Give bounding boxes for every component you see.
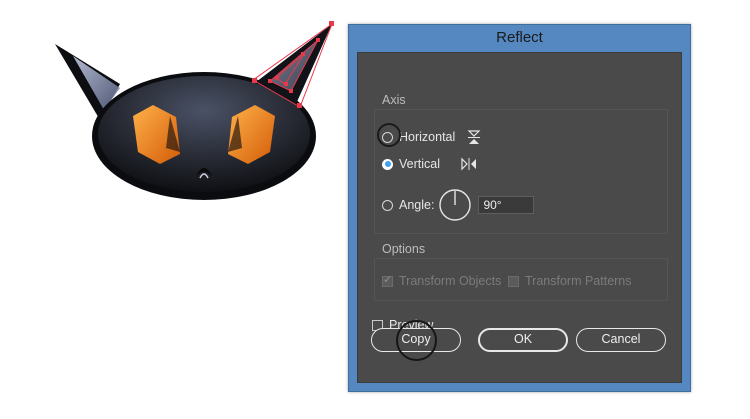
transform-patterns-checkbox[interactable]	[508, 275, 519, 287]
angle-input[interactable]: 90°	[478, 196, 535, 214]
angle-option[interactable]: Angle: 90°	[382, 188, 535, 222]
copy-click-highlight	[396, 320, 437, 361]
reflect-vertical-icon	[461, 157, 476, 171]
vertical-click-highlight	[377, 123, 401, 147]
transform-patterns-option[interactable]: Transform Patterns	[508, 274, 632, 288]
transform-objects-checkbox[interactable]	[382, 273, 393, 287]
dialog-title: Reflect	[496, 29, 543, 46]
horizontal-label: Horizontal	[399, 130, 456, 144]
transform-objects-label: Transform Objects	[399, 274, 502, 288]
artwork-canvas[interactable]	[0, 0, 345, 419]
axis-heading: Axis	[382, 93, 406, 107]
ok-button[interactable]: OK	[478, 328, 568, 352]
transform-patterns-label: Transform Patterns	[525, 274, 632, 288]
vertical-option[interactable]: Vertical	[382, 157, 478, 171]
transform-objects-option[interactable]: Transform Objects	[382, 273, 502, 288]
angle-dial-icon[interactable]	[438, 188, 472, 222]
vertical-radio[interactable]	[382, 158, 393, 170]
options-heading: Options	[382, 242, 426, 256]
angle-label: Angle:	[399, 198, 435, 212]
angle-radio[interactable]	[382, 199, 393, 211]
cancel-button[interactable]: Cancel	[576, 328, 666, 352]
vertical-label: Vertical	[399, 157, 440, 171]
reflect-horizontal-icon	[467, 130, 481, 144]
